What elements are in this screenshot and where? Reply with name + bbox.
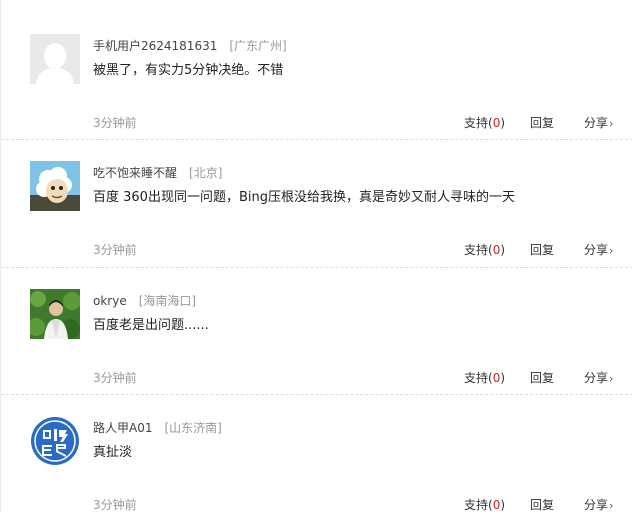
blue-logo-avatar	[30, 416, 80, 466]
support-button[interactable]: 支持(0)	[464, 497, 505, 513]
location: [海南海口]	[138, 294, 197, 308]
location: [北京]	[189, 166, 223, 180]
person-photo-avatar	[30, 289, 80, 339]
reply-button[interactable]: 回复	[530, 497, 554, 513]
avatar[interactable]	[30, 34, 80, 84]
comment-item: 手机用户2624181631 [广东广州] 被黑了，有实力5分钟决绝。不错 3分钟…	[1, 0, 632, 140]
comment-item: okrye [海南海口] 百度老是出问题...... 3分钟前 支持(0) 回复 …	[1, 255, 632, 395]
support-close: )	[500, 498, 506, 512]
comment-item: 路人甲A01 [山东济南] 真扯淡 3分钟前 支持(0) 回复 分享›	[1, 382, 632, 512]
username[interactable]: 吃不饱来睡不醒	[93, 166, 177, 180]
sheep-cartoon-avatar	[30, 161, 80, 211]
comment-text: 百度老是出问题......	[93, 318, 209, 333]
comment-meta: okrye [海南海口]	[93, 291, 196, 309]
default-silhouette-icon	[30, 34, 80, 84]
comment-text: 被黑了，有实力5分钟决绝。不错	[93, 63, 284, 78]
chevron-right-icon: ›	[609, 499, 614, 512]
comment-meta: 路人甲A01 [山东济南]	[93, 418, 222, 436]
share-label: 分享	[584, 498, 609, 512]
comment-text: 百度 360出现同一问题，Bing压根没给我换，真是奇妙又耐人寻味的一天	[93, 190, 515, 205]
username[interactable]: 路人甲A01	[93, 421, 152, 435]
support-label: 支持(	[464, 498, 493, 512]
location: [广东广州]	[229, 39, 287, 53]
share-button[interactable]: 分享›	[584, 497, 613, 514]
location: [山东济南]	[164, 421, 222, 435]
timestamp: 3分钟前	[93, 498, 137, 512]
comment-item: 吃不饱来睡不醒 [北京] 百度 360出现同一问题，Bing压根没给我换，真是奇妙…	[1, 127, 632, 268]
username[interactable]: okrye	[93, 294, 127, 308]
comment-feed: 手机用户2624181631 [广东广州] 被黑了，有实力5分钟决绝。不错 3分钟…	[0, 0, 632, 512]
comment-text: 真扯淡	[93, 445, 133, 460]
avatar[interactable]	[30, 289, 80, 339]
avatar[interactable]	[30, 416, 80, 466]
comment-meta: 手机用户2624181631 [广东广州]	[93, 36, 287, 54]
avatar[interactable]	[30, 161, 80, 211]
username[interactable]: 手机用户2624181631	[93, 39, 217, 53]
comment-meta: 吃不饱来睡不醒 [北京]	[93, 163, 222, 181]
